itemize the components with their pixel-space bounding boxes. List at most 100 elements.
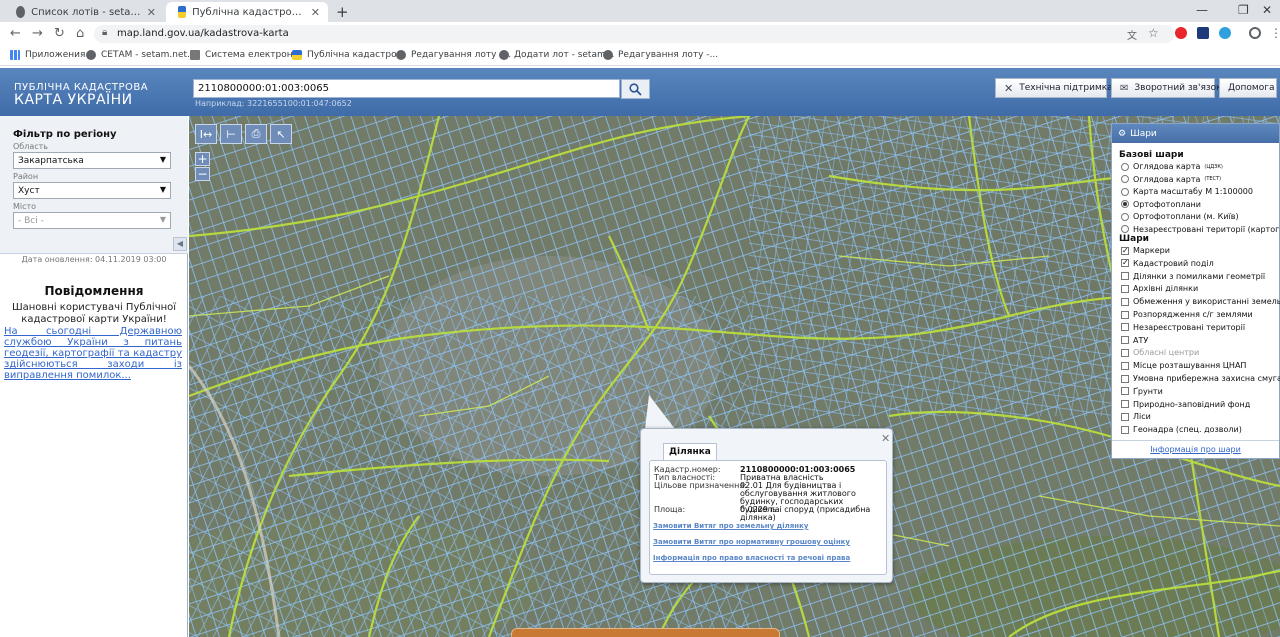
close-icon[interactable]: ✕ (881, 432, 890, 445)
layers-info-link[interactable]: Інформація про шари (1112, 440, 1279, 454)
base-layer-option[interactable]: Оглядова карта (ТЕСТ) (1121, 175, 1221, 184)
identify-tool[interactable]: ↖ (270, 124, 292, 144)
back-icon[interactable]: ← (10, 26, 21, 41)
city-select[interactable]: - Всі - ▼ (13, 212, 171, 229)
dropdown-arrow-icon: ▼ (159, 215, 166, 224)
layers-header[interactable]: ⚙ Шари (1112, 124, 1279, 143)
minimize-icon[interactable]: — (1196, 3, 1208, 17)
browser-tab-setam[interactable]: Список лотів - setam.net.ua ✕ (4, 2, 164, 22)
dropdown-arrow-icon: ▼ (159, 155, 166, 164)
print-tool[interactable]: ⎙ (245, 124, 267, 144)
layer-option[interactable]: Ґрунти (1121, 387, 1163, 396)
order-valuation-link[interactable]: Замовити Витяг про нормативну грошову оц… (653, 538, 850, 546)
menu-icon[interactable]: ⋮ (1270, 26, 1280, 40)
base-layer-option[interactable]: Незареєстровані території (картограма) (1121, 225, 1280, 234)
checkbox-icon[interactable] (1121, 348, 1129, 357)
layer-option[interactable]: Незареєстровані території (1121, 323, 1245, 332)
layer-option[interactable]: Місце розташування ЦНАП (1121, 361, 1246, 370)
bookmark-setam[interactable]: СЕТАМ - setam.net.... (86, 50, 198, 60)
layer-option[interactable]: Ділянки з помилками геометрії (1121, 272, 1265, 281)
doc-icon (190, 50, 200, 60)
measure-line-tool[interactable]: I↔ (195, 124, 217, 144)
close-tab-icon[interactable]: ✕ (147, 6, 156, 19)
browser-tab-strip: Список лотів - setam.net.ua ✕ Публічна к… (0, 0, 1280, 22)
layer-option[interactable]: Обласні центри (1121, 348, 1199, 357)
checkbox-icon[interactable]: ✓ (1121, 259, 1129, 268)
ownership-info-link[interactable]: Інформація про право власності та речові… (653, 554, 850, 562)
opera-extension-icon[interactable] (1175, 27, 1187, 39)
layer-option[interactable]: Природно-заповідний фонд (1121, 400, 1250, 409)
home-icon[interactable]: ⌂ (76, 26, 84, 41)
radio-icon[interactable] (1121, 162, 1129, 171)
app-header: ПУБЛІЧНА КАДАСТРОВА КАРТА УКРАЇНИ Наприк… (0, 68, 1280, 116)
bookmark-system[interactable]: Система електрон... (190, 50, 301, 60)
translate-icon[interactable]: ⽂ (1127, 27, 1137, 42)
reload-icon[interactable]: ↻ (54, 26, 65, 41)
extension-icon[interactable] (1219, 27, 1231, 39)
base-layer-option[interactable]: Ортофотоплани (м. Київ) (1121, 212, 1239, 221)
checkbox-icon[interactable] (1121, 412, 1129, 421)
checkbox-icon[interactable] (1121, 425, 1129, 434)
bookmark-add-lot[interactable]: Додати лот - setam... (499, 50, 614, 60)
layer-option[interactable]: Розпорядження с/г землями (1121, 310, 1253, 319)
feedback-button[interactable]: ✉ Зворотний зв'язок (1111, 78, 1222, 98)
notice-link[interactable]: На сьогодні Державною службою України з … (4, 326, 182, 381)
layer-option[interactable]: ✓ Кадастровий поділ (1121, 259, 1214, 268)
checkbox-icon[interactable] (1121, 284, 1129, 293)
checkbox-icon[interactable] (1121, 387, 1129, 396)
district-select[interactable]: Хуст ▼ (13, 182, 171, 199)
bookmark-edit-lot-2[interactable]: Редагування лоту -... (603, 50, 718, 60)
layer-option[interactable]: Обмеження у використанні земель (1121, 297, 1280, 306)
zoom-in-button[interactable]: + (195, 152, 210, 166)
measure-area-tool[interactable]: ⊢ (220, 124, 242, 144)
bottom-panel-tab[interactable] (511, 628, 780, 637)
radio-icon[interactable] (1121, 175, 1129, 183)
checkbox-icon[interactable] (1121, 323, 1129, 332)
new-tab-icon[interactable]: + (336, 3, 349, 21)
radio-icon[interactable] (1121, 225, 1129, 233)
checkbox-icon[interactable] (1121, 374, 1129, 383)
window-close-icon[interactable]: ✕ (1262, 3, 1272, 17)
order-extract-link[interactable]: Замовити Витяг про земельну ділянку (653, 522, 808, 530)
radio-icon[interactable] (1121, 200, 1129, 208)
layer-option[interactable]: Умовна прибережна захисна смуга (1121, 374, 1280, 383)
forward-icon[interactable]: → (32, 26, 43, 41)
url-text[interactable]: map.land.gov.ua/kadastrova-karta (117, 28, 289, 39)
checkbox-icon[interactable] (1121, 400, 1129, 409)
browser-tab-kadastr[interactable]: Публічна кадастрова карта Укр ✕ (166, 2, 328, 22)
support-button[interactable]: ✕ Технічна підтримка (995, 78, 1113, 98)
checkbox-icon[interactable] (1121, 336, 1129, 345)
bookmark-apps[interactable]: Приложения (10, 50, 85, 60)
close-tab-icon[interactable]: ✕ (311, 6, 320, 19)
radio-icon[interactable] (1121, 212, 1129, 221)
bookmark-kadastr[interactable]: Публічна кадастро... (292, 50, 405, 60)
zoom-out-button[interactable]: − (195, 167, 210, 181)
checkbox-icon[interactable] (1121, 310, 1129, 319)
maximize-icon[interactable]: ❐ (1238, 3, 1249, 17)
collapse-panel-button[interactable]: ◀ (173, 237, 187, 251)
layer-option[interactable]: Архівні ділянки (1121, 284, 1198, 293)
region-select[interactable]: Закарпатська ▼ (13, 152, 171, 169)
bookmark-edit-lot-1[interactable]: Редагування лоту -... (396, 50, 511, 60)
radio-icon[interactable] (1121, 187, 1129, 196)
layer-option[interactable]: ✓ Маркери (1121, 246, 1170, 255)
layer-option[interactable]: Ліси (1121, 412, 1151, 421)
checkbox-icon[interactable] (1121, 361, 1129, 370)
layer-option[interactable]: АТУ (1121, 336, 1148, 345)
help-button[interactable]: Допомога (1219, 78, 1277, 98)
extension-icon[interactable] (1197, 27, 1209, 39)
layer-option[interactable]: Геонадра (спец. дозволи) (1121, 425, 1242, 434)
popup-tab-parcel[interactable]: Ділянка (663, 443, 717, 460)
notice-text: Шановні користувачі Публічної кадастрово… (11, 302, 177, 325)
logo-line-2[interactable]: КАРТА УКРАЇНИ (14, 92, 133, 108)
base-layer-option[interactable]: Карта масштабу М 1:100000 (1121, 187, 1253, 196)
profile-icon[interactable] (1249, 27, 1261, 39)
base-layer-option[interactable]: Оглядова карта (ЦДЗК) (1121, 162, 1223, 171)
cadastral-search-input[interactable] (193, 79, 620, 98)
star-icon[interactable]: ☆ (1148, 26, 1159, 40)
checkbox-icon[interactable] (1121, 297, 1129, 306)
checkbox-icon[interactable]: ✓ (1121, 246, 1129, 255)
base-layer-option[interactable]: Ортофотоплани (1121, 200, 1201, 209)
search-button[interactable] (621, 79, 650, 99)
checkbox-icon[interactable] (1121, 272, 1129, 281)
